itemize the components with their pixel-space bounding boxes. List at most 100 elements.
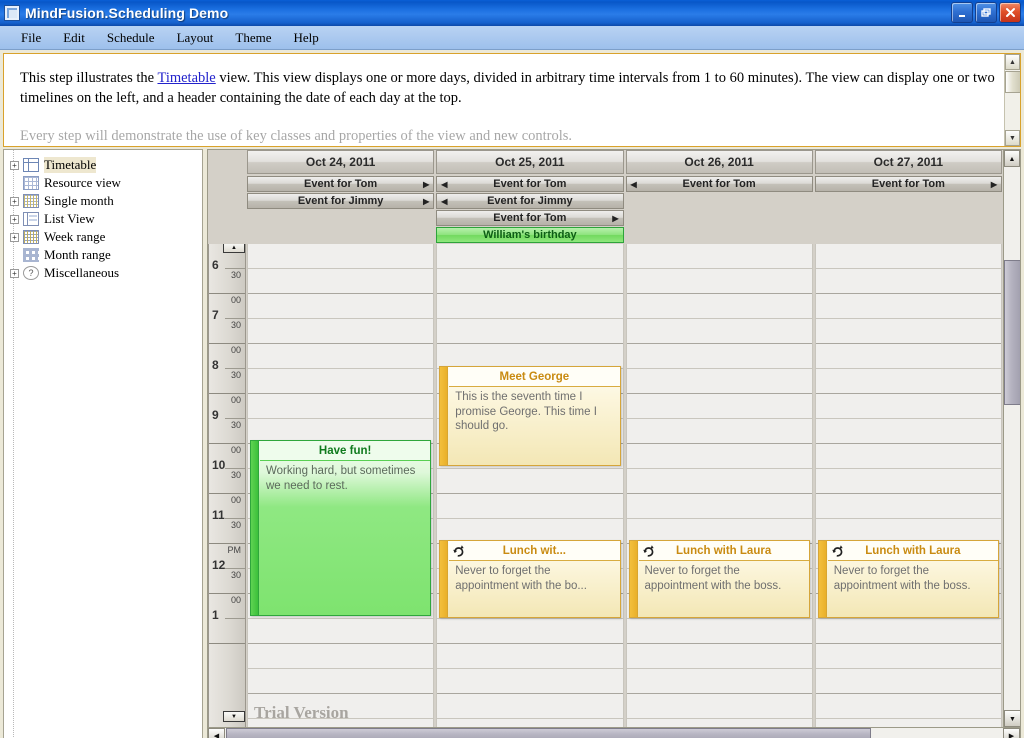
expander-icon[interactable]: + xyxy=(10,214,19,224)
timeline-half-label: 30 xyxy=(230,470,241,480)
time-slot-rows[interactable] xyxy=(815,244,1001,727)
expander-icon[interactable]: + xyxy=(10,196,19,206)
tree-item-timetable[interactable]: + Timetable xyxy=(10,156,202,174)
all-day-row: Event for Tom ▶ ◀ Event for Tom ◀ Event for… xyxy=(208,176,1003,192)
menu-item-schedule[interactable]: Schedule xyxy=(96,28,166,48)
day-header-0[interactable]: Oct 24, 2011 xyxy=(247,150,435,174)
day-header-2[interactable]: Oct 26, 2011 xyxy=(625,150,813,174)
menu-item-edit[interactable]: Edit xyxy=(52,28,96,48)
time-slot-rows[interactable] xyxy=(437,244,623,727)
appointment-lunch-with-laura[interactable]: Lunch with Laura Never to forget the app… xyxy=(628,540,810,618)
appointment-lunch-with-laura[interactable]: Lunch with Laura Never to forget the app… xyxy=(817,540,999,618)
appointment-title: Lunch wit... xyxy=(449,541,620,561)
tree-item-miscellaneous[interactable]: + ? Miscellaneous xyxy=(10,264,202,282)
expander-icon[interactable]: + xyxy=(10,268,19,278)
vertical-scrollbar[interactable]: ▲ ▼ xyxy=(1003,150,1020,727)
menu-item-layout[interactable]: Layout xyxy=(166,28,225,48)
timetable-columns: Oct 24, 2011 Oct 25, 2011 Oct 26, 2011 O… xyxy=(208,150,1003,727)
all-day-event-cell[interactable]: ◀ Event for Tom xyxy=(625,176,813,192)
appointment-title: Meet George xyxy=(449,367,620,387)
appointment-title: Have fun! xyxy=(260,441,431,461)
day-column-0[interactable]: Have fun! Working hard, but sometimes we… xyxy=(247,244,435,727)
timeline-minute-label: 00 xyxy=(230,395,241,405)
all-day-row: William's birthday xyxy=(208,227,1003,243)
all-day-event[interactable]: ◀ Event for Jimmy xyxy=(436,193,624,209)
all-day-event[interactable]: Event for Jimmy ▶ xyxy=(247,193,435,209)
restore-button[interactable] xyxy=(975,2,997,23)
scroll-left-icon[interactable]: ◀ xyxy=(208,728,225,738)
appointment-title-text: Lunch wit... xyxy=(502,544,566,557)
menu-item-theme[interactable]: Theme xyxy=(224,28,282,48)
date-header-row: Oct 24, 2011 Oct 25, 2011 Oct 26, 2011 O… xyxy=(208,150,1003,174)
recurrence-icon xyxy=(642,545,654,557)
all-day-event[interactable]: Event for Tom ▶ xyxy=(247,176,435,192)
appointment-title: Lunch with Laura xyxy=(638,541,809,561)
all-day-event-cell[interactable]: Event for Tom ▶ xyxy=(247,176,435,192)
gutter-spacer xyxy=(208,210,246,226)
horizontal-scrollbar[interactable]: ◀ ▶ xyxy=(208,727,1020,738)
appointment-have-fun[interactable]: Have fun! Working hard, but sometimes we… xyxy=(250,440,432,616)
tree-item-list-view[interactable]: + List View xyxy=(10,210,202,228)
expander-icon[interactable]: + xyxy=(10,160,19,170)
all-day-empty-cell[interactable] xyxy=(815,227,1002,243)
all-day-event[interactable]: ◀ Event for Tom xyxy=(436,176,624,192)
all-day-event-cell-birthday[interactable]: William's birthday xyxy=(436,227,624,243)
appointment-title-text: Lunch with Laura xyxy=(865,544,961,557)
all-day-empty-cell[interactable] xyxy=(247,210,434,226)
timeline-minute-label: 00 xyxy=(230,295,241,305)
timeline-hour-label: 11 xyxy=(212,508,225,522)
all-day-empty-cell[interactable] xyxy=(247,227,434,243)
scroll-down-icon[interactable]: ▼ xyxy=(1004,710,1020,727)
scroll-up-icon[interactable]: ▲ xyxy=(1004,150,1020,167)
day-column-3[interactable]: Lunch with Laura Never to forget the app… xyxy=(814,244,1002,727)
day-column-2[interactable]: Lunch with Laura Never to forget the app… xyxy=(625,244,813,727)
horizontal-scrollbar-thumb[interactable] xyxy=(226,728,871,738)
menu-item-file[interactable]: File xyxy=(10,28,52,48)
day-column-1[interactable]: Meet George This is the seventh time I p… xyxy=(436,244,624,727)
all-day-event-cell[interactable]: Event for Tom ▶ xyxy=(814,176,1002,192)
menu-item-help[interactable]: Help xyxy=(282,28,329,48)
main-body: + Timetable Resource view + Single month… xyxy=(0,147,1024,738)
timeline-scroll-down-button[interactable]: ▼ xyxy=(223,711,245,722)
all-day-event-cell[interactable]: Event for Jimmy ▶ xyxy=(247,193,435,209)
appointment-lunch-truncated[interactable]: Lunch wit... Never to forget the appoint… xyxy=(439,540,621,618)
timetable-header: Oct 24, 2011 Oct 25, 2011 Oct 26, 2011 O… xyxy=(208,150,1003,244)
scroll-right-icon[interactable]: ▶ xyxy=(1003,728,1020,738)
expander-icon[interactable]: + xyxy=(10,232,19,242)
all-day-event-cell[interactable]: ◀ Event for Jimmy xyxy=(436,193,624,209)
vertical-scrollbar-thumb[interactable] xyxy=(1004,260,1020,405)
all-day-event-birthday[interactable]: William's birthday xyxy=(436,227,624,243)
close-button[interactable] xyxy=(999,2,1021,23)
all-day-event-cell[interactable]: ◀ Event for Tom xyxy=(436,176,624,192)
all-day-row: Event for Jimmy ▶ ◀ Event for Jimmy xyxy=(208,193,1003,209)
time-slot-rows[interactable] xyxy=(626,244,812,727)
description-scrollbar[interactable]: ▲ ▼ xyxy=(1004,54,1020,146)
all-day-event[interactable]: ◀ Event for Tom xyxy=(625,176,813,192)
minimize-button[interactable] xyxy=(951,2,973,23)
all-day-event-cell[interactable]: Event for Tom ▶ xyxy=(436,210,624,226)
all-day-empty-cell[interactable] xyxy=(815,193,1002,209)
timetable-link[interactable]: Timetable xyxy=(157,70,215,86)
scrollbar-thumb[interactable] xyxy=(1005,71,1020,93)
all-day-event[interactable]: Event for Tom ▶ xyxy=(814,176,1002,192)
all-day-empty-cell[interactable] xyxy=(626,227,813,243)
timeline-scroll-up-button[interactable]: ▲ xyxy=(223,244,245,253)
scroll-up-icon[interactable]: ▲ xyxy=(1005,54,1020,70)
tree-item-resource-view[interactable]: Resource view xyxy=(10,174,202,192)
tree-item-month-range[interactable]: Month range xyxy=(10,246,202,264)
all-day-empty-cell[interactable] xyxy=(626,193,813,209)
navigation-tree[interactable]: + Timetable Resource view + Single month… xyxy=(3,149,203,738)
header-gutter-spacer xyxy=(208,150,246,174)
appointment-body: This is the seventh time I promise Georg… xyxy=(455,391,597,433)
all-day-empty-cell[interactable] xyxy=(815,210,1002,226)
description-part1: This step illustrates the xyxy=(20,70,158,86)
appointment-meet-george[interactable]: Meet George This is the seventh time I p… xyxy=(439,366,621,466)
day-header-3[interactable]: Oct 27, 2011 xyxy=(814,150,1002,174)
tree-item-single-month[interactable]: + Single month xyxy=(10,192,202,210)
continues-left-icon: ◀ xyxy=(630,179,637,189)
all-day-empty-cell[interactable] xyxy=(626,210,813,226)
tree-item-week-range[interactable]: + Week range xyxy=(10,228,202,246)
scroll-down-icon[interactable]: ▼ xyxy=(1005,130,1020,146)
all-day-event[interactable]: Event for Tom ▶ xyxy=(436,210,624,226)
day-header-1[interactable]: Oct 25, 2011 xyxy=(436,150,624,174)
